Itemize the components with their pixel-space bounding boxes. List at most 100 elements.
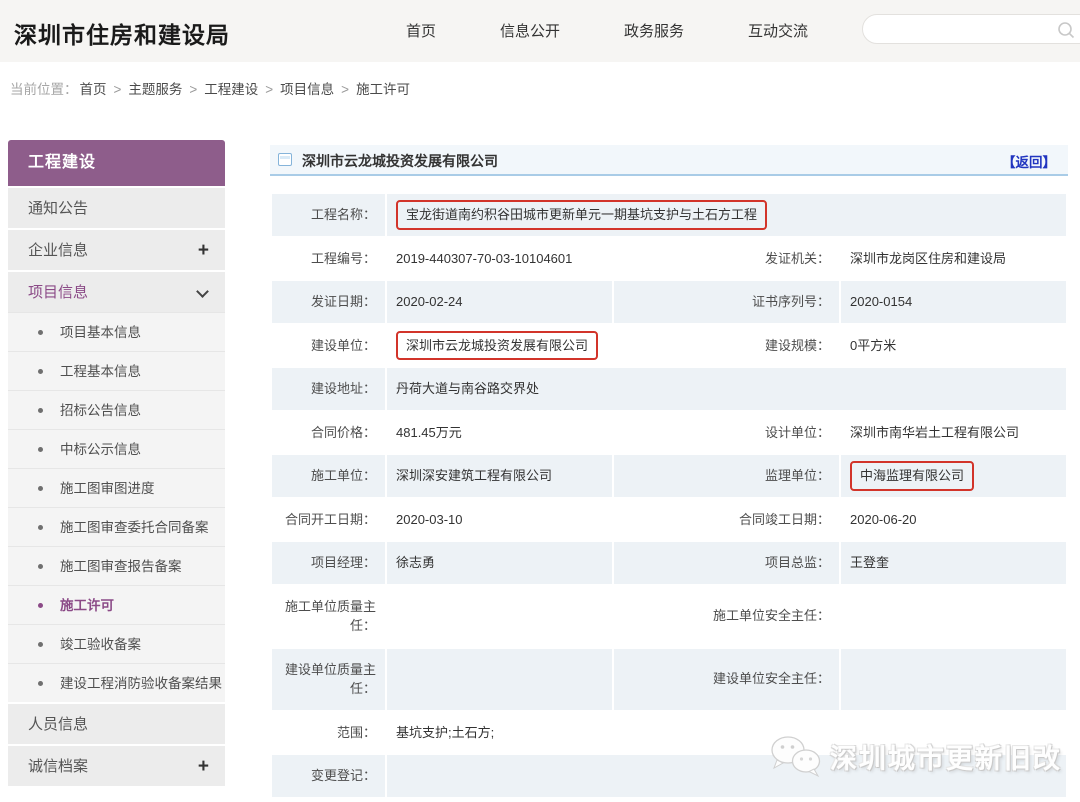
- sidebar-item-section[interactable]: 企业信息+: [8, 228, 225, 270]
- field-value: 2019-440307-70-03-10104601: [386, 237, 613, 281]
- field-label: 合同价格：: [271, 411, 386, 455]
- sidebar-item-sub[interactable]: 施工许可: [8, 585, 225, 624]
- sidebar-item-sub[interactable]: 招标公告信息: [8, 390, 225, 429]
- field-label: 施工单位：: [271, 454, 386, 498]
- field-value: 2020-03-10: [386, 498, 613, 542]
- field-label: 范围：: [271, 711, 386, 755]
- field-label: 发证机关：: [613, 237, 840, 281]
- panel-title-bar: 深圳市云龙城投资发展有限公司 【返回】: [270, 145, 1068, 176]
- sidebar-item-label: 项目信息: [28, 284, 88, 301]
- sidebar-item-sub[interactable]: 施工图审图进度: [8, 468, 225, 507]
- bullet-icon: [38, 408, 43, 413]
- sidebar-item-label: 施工图审查报告备案: [60, 559, 182, 574]
- field-value: 深圳市云龙城投资发展有限公司: [386, 324, 613, 368]
- field-value: 2020-06-20: [840, 498, 1067, 542]
- sidebar-item-section[interactable]: 项目信息: [8, 270, 225, 312]
- search-input[interactable]: [877, 16, 1047, 42]
- sidebar-item-label: 工程基本信息: [60, 364, 141, 379]
- sidebar: 工程建设 通知公告企业信息+ 项目信息项目基本信息工程基本信息招标公告信息中标公示…: [8, 140, 225, 786]
- search-icon: [1057, 21, 1075, 39]
- bullet-icon: [38, 369, 43, 374]
- bullet-icon: [38, 642, 43, 647]
- field-label: 建设规模：: [613, 324, 840, 368]
- sidebar-header: 工程建设: [8, 140, 225, 186]
- breadcrumb-separator: >: [265, 82, 273, 97]
- field-label: 证书序列号：: [613, 280, 840, 324]
- table-row: 合同价格：481.45万元设计单位：深圳市南华岩土工程有限公司: [271, 411, 1067, 455]
- sidebar-item-label: 通知公告: [28, 200, 88, 217]
- field-value: 2020-0154: [840, 280, 1067, 324]
- table-row: 项目经理：徐志勇项目总监：王登奎: [271, 541, 1067, 585]
- bullet-icon: [38, 564, 43, 569]
- field-label: 施工单位安全主任：: [613, 585, 840, 648]
- sidebar-item-section[interactable]: 诚信档案+: [8, 744, 225, 786]
- field-label: 建设单位安全主任：: [613, 648, 840, 711]
- annotation-box: 深圳市云龙城投资发展有限公司: [396, 331, 598, 361]
- field-value: 0平方米: [840, 324, 1067, 368]
- field-label: 发证日期：: [271, 280, 386, 324]
- breadcrumb: 当前位置：首页>主题服务>工程建设>项目信息>施工许可: [10, 78, 417, 98]
- sidebar-item-sub[interactable]: 建设工程消防验收备案结果: [8, 663, 225, 702]
- sidebar-item-section[interactable]: 人员信息: [8, 702, 225, 744]
- sidebar-item-label: 招标公告信息: [60, 403, 141, 418]
- field-label: 施工单位质量主任：: [271, 585, 386, 648]
- bullet-icon: [38, 447, 43, 452]
- info-table: 工程名称：宝龙街道南约积谷田城市更新单元一期基坑支护与土石方工程工程编号：201…: [270, 192, 1068, 799]
- field-label: 建设单位质量主任：: [271, 648, 386, 711]
- table-row: 工程编号：2019-440307-70-03-10104601发证机关：深圳市龙…: [271, 237, 1067, 281]
- breadcrumb-item[interactable]: 工程建设: [204, 82, 258, 97]
- bullet-icon: [38, 681, 43, 686]
- sidebar-item-sub[interactable]: 中标公示信息: [8, 429, 225, 468]
- sidebar-item-sub[interactable]: 施工图审查委托合同备案: [8, 507, 225, 546]
- nav-item-2[interactable]: 政务服务: [624, 20, 684, 41]
- table-row: 建设单位：深圳市云龙城投资发展有限公司建设规模：0平方米: [271, 324, 1067, 368]
- field-value: [840, 648, 1067, 711]
- sidebar-item-label: 施工许可: [60, 598, 114, 613]
- nav-item-3[interactable]: 互动交流: [748, 20, 808, 41]
- breadcrumb-item[interactable]: 首页: [80, 82, 107, 97]
- sidebar-item-sub[interactable]: 工程基本信息: [8, 351, 225, 390]
- table-row: 建设单位质量主任： 建设单位安全主任：: [271, 648, 1067, 711]
- table-row: 施工单位：深圳深安建筑工程有限公司监理单位：中海监理有限公司: [271, 454, 1067, 498]
- field-label: 工程编号：: [271, 237, 386, 281]
- document-icon: [278, 153, 292, 166]
- field-value: 徐志勇: [386, 541, 613, 585]
- page: 深圳市住房和建设局 首页信息公开政务服务互动交流 当前位置：首页>主题服务>工程…: [0, 0, 1080, 802]
- plus-icon: +: [198, 230, 209, 272]
- annotation-box: 中海监理有限公司: [850, 461, 974, 491]
- breadcrumb-item[interactable]: 项目信息: [280, 82, 334, 97]
- breadcrumb-item[interactable]: 主题服务: [128, 82, 182, 97]
- back-link[interactable]: 【返回】: [1002, 151, 1056, 171]
- field-label: 建设地址：: [271, 367, 386, 411]
- sidebar-item-sub[interactable]: 项目基本信息: [8, 312, 225, 351]
- field-value: 深圳市南华岩土工程有限公司: [840, 411, 1067, 455]
- breadcrumb-separator: >: [114, 82, 122, 97]
- field-label: 合同竣工日期：: [613, 498, 840, 542]
- sidebar-item-sub[interactable]: 施工图审查报告备案: [8, 546, 225, 585]
- sidebar-item-sub[interactable]: 竣工验收备案: [8, 624, 225, 663]
- field-label: 合同开工日期：: [271, 498, 386, 542]
- bullet-icon: [38, 525, 43, 530]
- site-title: 深圳市住房和建设局: [14, 16, 230, 50]
- search-box: [862, 14, 1080, 44]
- chevron-down-icon: [196, 285, 209, 298]
- table-row: 工程名称：宝龙街道南约积谷田城市更新单元一期基坑支护与土石方工程: [271, 193, 1067, 237]
- breadcrumb-separator: >: [189, 82, 197, 97]
- sidebar-item-section[interactable]: 通知公告: [8, 186, 225, 228]
- nav-item-0[interactable]: 首页: [406, 20, 436, 41]
- field-value: 深圳深安建筑工程有限公司: [386, 454, 613, 498]
- sidebar-item-label: 项目基本信息: [60, 325, 141, 340]
- table-row: 范围：基坑支护;土石方;: [271, 711, 1067, 755]
- nav-item-1[interactable]: 信息公开: [500, 20, 560, 41]
- field-value: 丹荷大道与南谷路交界处: [386, 367, 1067, 411]
- field-value: 王登奎: [840, 541, 1067, 585]
- field-value: [840, 585, 1067, 648]
- sidebar-item-label: 施工图审图进度: [60, 481, 155, 496]
- page-title: 深圳市云龙城投资发展有限公司: [302, 151, 498, 171]
- table-row: 发证日期：2020-02-24证书序列号：2020-0154: [271, 280, 1067, 324]
- field-label: 工程名称：: [271, 193, 386, 237]
- field-label: 项目总监：: [613, 541, 840, 585]
- sidebar-item-label: 建设工程消防验收备案结果: [60, 676, 222, 691]
- bullet-icon: [38, 486, 43, 491]
- field-value: 宝龙街道南约积谷田城市更新单元一期基坑支护与土石方工程: [386, 193, 1067, 237]
